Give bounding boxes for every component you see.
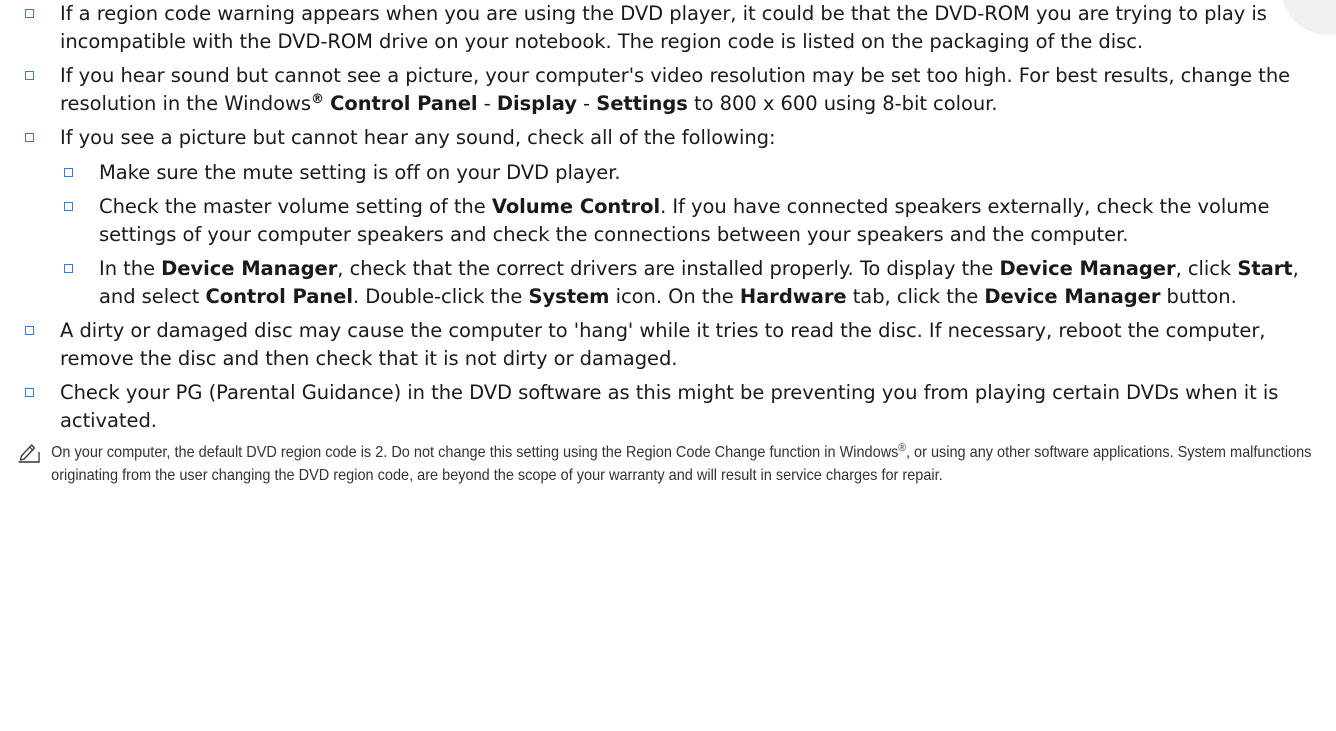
sub-list-item: Make sure the mute setting is off on you…	[0, 159, 1336, 187]
item-text: button.	[1160, 284, 1237, 308]
bullet-icon	[25, 326, 34, 335]
keyword-start: Start	[1237, 257, 1293, 280]
item-text: If you see a picture but cannot hear any…	[60, 126, 776, 149]
item-text: Check your PG (Parental Guidance) in the…	[60, 381, 1279, 432]
item-text: Make sure the mute setting is off on you…	[99, 160, 621, 184]
item-text: A dirty or damaged disc may cause the co…	[60, 319, 1266, 370]
item-text: Check the master volume setting of the	[99, 195, 492, 218]
item-text: . Double-click the	[352, 284, 529, 308]
bullet-icon	[64, 167, 73, 177]
list-item: If a region code warning appears when yo…	[0, 0, 1336, 55]
list-item: If you hear sound but cannot see a pictu…	[0, 62, 1336, 117]
keyword-device-manager: Device Manager	[999, 257, 1176, 280]
bullet-icon	[25, 388, 34, 397]
keyword-display: Display	[496, 91, 577, 115]
keyword-settings: Settings	[596, 91, 688, 115]
document-page: If a region code warning appears when yo…	[0, 0, 1336, 487]
sub-list-item: In the Device Manager, check that the co…	[0, 255, 1336, 310]
keyword-volume-control: Volume Control	[491, 195, 661, 218]
keyword-device-manager: Device Manager	[984, 284, 1161, 308]
keyword-system: System	[528, 284, 610, 308]
registered-mark: ®	[310, 91, 324, 107]
sub-list-item: Check the master volume setting of the V…	[0, 193, 1336, 248]
bullet-icon	[64, 264, 73, 273]
note-text: On your computer, the default DVD region…	[51, 444, 899, 461]
item-text: , check that the correct drivers are ins…	[337, 257, 1000, 280]
separator: -	[576, 91, 597, 115]
item-text: icon. On the	[609, 284, 740, 308]
item-text: tab, click the	[846, 284, 985, 308]
item-text: to 800 x 600 using 8-bit colour.	[687, 91, 998, 115]
item-text: If a region code warning appears when yo…	[60, 2, 1267, 53]
item-text: , click	[1175, 257, 1238, 280]
note-paragraph: On your computer, the default DVD region…	[0, 441, 1336, 487]
keyword-hardware: Hardware	[739, 284, 847, 308]
keyword-device-manager: Device Manager	[161, 257, 338, 280]
bullet-icon	[64, 202, 73, 211]
keyword-control-panel: Control Panel	[205, 284, 353, 308]
item-text: In the	[99, 257, 162, 280]
keyword-control-panel: Control Panel	[330, 91, 478, 115]
pencil-note-icon	[18, 444, 40, 463]
bullet-icon	[25, 9, 34, 18]
bullet-icon	[25, 71, 34, 80]
bullet-icon	[25, 133, 34, 142]
separator: -	[477, 91, 497, 115]
list-item: If you see a picture but cannot hear any…	[0, 124, 1336, 152]
list-item: Check your PG (Parental Guidance) in the…	[0, 379, 1336, 434]
list-item: A dirty or damaged disc may cause the co…	[0, 317, 1336, 372]
